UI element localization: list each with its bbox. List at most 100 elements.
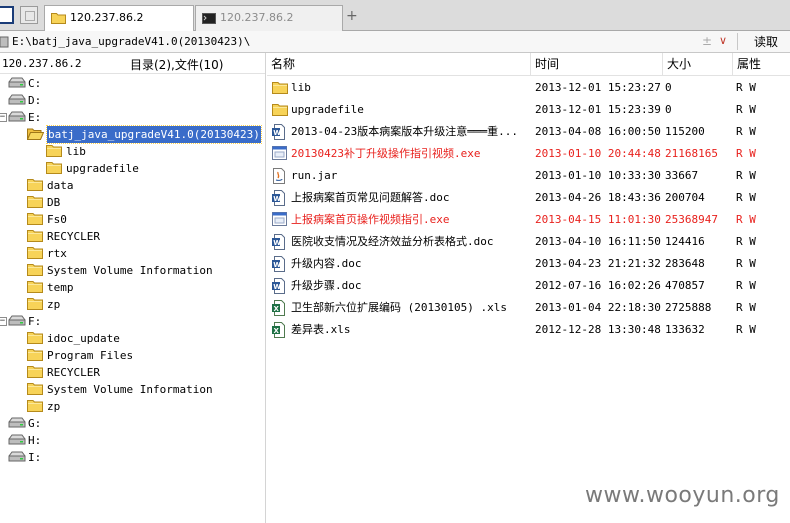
tree-node-label: DB — [47, 196, 61, 209]
file-row[interactable]: upgradefile 2013-12-01 15:23:39 0 R W — [267, 99, 790, 121]
host-label: 120.237.86.2 — [2, 57, 82, 70]
file-time: 2012-12-28 13:30:48 — [535, 323, 661, 336]
file-name: 升级内容.doc — [291, 257, 362, 270]
window-menu-button[interactable] — [0, 6, 14, 24]
file-row[interactable]: X 差异表.xls 2012-12-28 13:30:48 133632 R W — [267, 319, 790, 341]
file-name: 2013-04-23版本病案版本升级注意═══重... — [291, 125, 518, 138]
tree-node-label: System Volume Information — [47, 264, 213, 277]
column-header-size[interactable]: 大小 — [663, 53, 733, 75]
tree-node-label: lib — [66, 145, 86, 158]
file-name: 卫生部新六位扩展编码 (20130105) .xls — [291, 301, 507, 314]
file-attr: R W — [736, 257, 756, 270]
svg-text:W: W — [273, 195, 281, 203]
column-header-attr[interactable]: 属性 — [733, 53, 790, 75]
column-header-time[interactable]: 时间 — [531, 53, 663, 75]
file-name: 上报病案首页常见问题解答.doc — [291, 191, 450, 204]
file-size: 200704 — [665, 191, 705, 204]
tab-label: 120.237.86.2 — [70, 11, 144, 24]
file-name: 差异表.xls — [291, 323, 351, 336]
tree-node-label: Fs0 — [47, 213, 67, 226]
file-attr: R W — [736, 301, 756, 314]
drive-icon — [8, 450, 26, 469]
tab-terminal[interactable]: 120.237.86.2 — [195, 5, 343, 31]
file-row[interactable]: run.jar 2013-01-10 10:33:30 33667 R W — [267, 165, 790, 187]
file-row[interactable]: 20130423补丁升级操作指引视频.exe 2013-01-10 20:44:4… — [267, 143, 790, 165]
file-row[interactable]: W 升级内容.doc 2013-04-23 21:21:32 283648 R W — [267, 253, 790, 275]
file-size: 2725888 — [665, 301, 712, 314]
folder-icon — [27, 348, 43, 366]
tab-file-manager[interactable]: 120.237.86.2 — [44, 5, 194, 32]
file-row[interactable]: W 医院收支情况及经济效益分析表格式.doc 2013-04-10 16:11:50… — [267, 231, 790, 253]
add-tab-button[interactable]: + — [346, 8, 358, 24]
column-header-name[interactable]: 名称 — [267, 53, 531, 75]
file-time: 2013-01-10 10:33:30 — [535, 169, 661, 182]
divider — [737, 33, 738, 50]
file-row[interactable]: lib 2013-12-01 15:23:27 0 R W — [267, 77, 790, 99]
tab-bar: 120.237.86.2 120.237.86.2 + — [0, 0, 790, 32]
directory-tree-pane: 120.237.86.2 目录(2),文件(10) C: D: − E: − batj_j… — [0, 53, 266, 523]
folder-icon — [51, 12, 66, 27]
tree-header: 120.237.86.2 目录(2),文件(10) — [0, 53, 265, 74]
file-row[interactable]: 上报病案首页操作视频指引.exe 2013-04-15 11:01:30 25368… — [267, 209, 790, 231]
folder-icon — [27, 229, 43, 247]
file-time: 2012-07-16 16:02:26 — [535, 279, 661, 292]
up-level-icon[interactable]: ± — [702, 34, 712, 48]
svg-text:W: W — [273, 239, 281, 247]
folder-icon — [27, 178, 43, 196]
file-attr: R W — [736, 147, 756, 160]
tree-node-label: H: — [28, 434, 42, 447]
tree-node-label: zp — [47, 298, 61, 311]
folder-icon — [27, 382, 43, 400]
file-name: upgradefile — [291, 103, 364, 116]
svg-text:X: X — [274, 305, 280, 313]
drive-icon — [0, 36, 9, 51]
file-name: 升级步骤.doc — [291, 279, 362, 292]
dir-file-count: 目录(2),文件(10) — [130, 58, 224, 72]
file-row[interactable]: W 2013-04-23版本病案版本升级注意═══重... 2013-04-08 1… — [267, 121, 790, 143]
tab-label: 120.237.86.2 — [220, 11, 294, 24]
tree-node-label: I: — [28, 451, 42, 464]
folder-icon — [27, 365, 43, 383]
read-button[interactable]: 读取 — [742, 33, 790, 51]
svg-text:W: W — [273, 129, 281, 137]
file-row[interactable]: W 升级步骤.doc 2012-07-16 16:02:26 470857 R W — [267, 275, 790, 297]
file-time: 2013-04-23 21:21:32 — [535, 257, 661, 270]
chevron-down-icon[interactable]: ∨ — [719, 34, 727, 47]
collapse-icon[interactable]: − — [0, 317, 7, 326]
tree-node-label: rtx — [47, 247, 67, 260]
file-name: run.jar — [291, 169, 338, 182]
file-attr: R W — [736, 103, 756, 116]
file-size: 33667 — [665, 169, 699, 182]
tree-node-label: temp — [47, 281, 74, 294]
file-size: 470857 — [665, 279, 705, 292]
tree-node-label: F: — [28, 315, 42, 328]
tree-node-label: data — [47, 179, 74, 192]
file-row[interactable]: W 上报病案首页常见问题解答.doc 2013-04-26 18:43:36 2007… — [267, 187, 790, 209]
tree-node-label: RECYCLER — [47, 230, 100, 243]
drive-icon — [8, 314, 26, 333]
file-size: 133632 — [665, 323, 705, 336]
watermark: www.wooyun.org — [585, 483, 780, 508]
tree-node-label: idoc_update — [47, 332, 120, 345]
file-time: 2013-04-10 16:11:50 — [535, 235, 661, 248]
file-name: 20130423补丁升级操作指引视频.exe — [291, 147, 481, 160]
file-time: 2013-01-10 20:44:48 — [535, 147, 661, 160]
tree-node-label: Program Files — [47, 349, 134, 362]
tree-node-label: batj_java_upgradeV41.0(20130423) — [46, 125, 262, 144]
file-name: 医院收支情况及经济效益分析表格式.doc — [291, 235, 494, 248]
svg-text:X: X — [274, 327, 280, 335]
file-time: 2013-12-01 15:23:27 — [535, 81, 661, 94]
file-row[interactable]: X 卫生部新六位扩展编码 (20130105) .xls 2013-01-04 22… — [267, 297, 790, 319]
tree-node-label: G: — [28, 417, 42, 430]
svg-text:W: W — [273, 283, 281, 291]
tree-node-label: D: — [28, 94, 42, 107]
new-window-button[interactable] — [20, 6, 38, 24]
file-size: 0 — [665, 103, 672, 116]
file-size: 0 — [665, 81, 672, 94]
file-time: 2013-04-26 18:43:36 — [535, 191, 661, 204]
path-input[interactable]: E:\batj_java_upgradeV41.0(20130423)\ — [12, 35, 250, 48]
collapse-icon[interactable]: − — [0, 113, 7, 122]
folder-icon — [27, 195, 43, 213]
tree-node-label: System Volume Information — [47, 383, 213, 396]
svg-text:W: W — [273, 261, 281, 269]
